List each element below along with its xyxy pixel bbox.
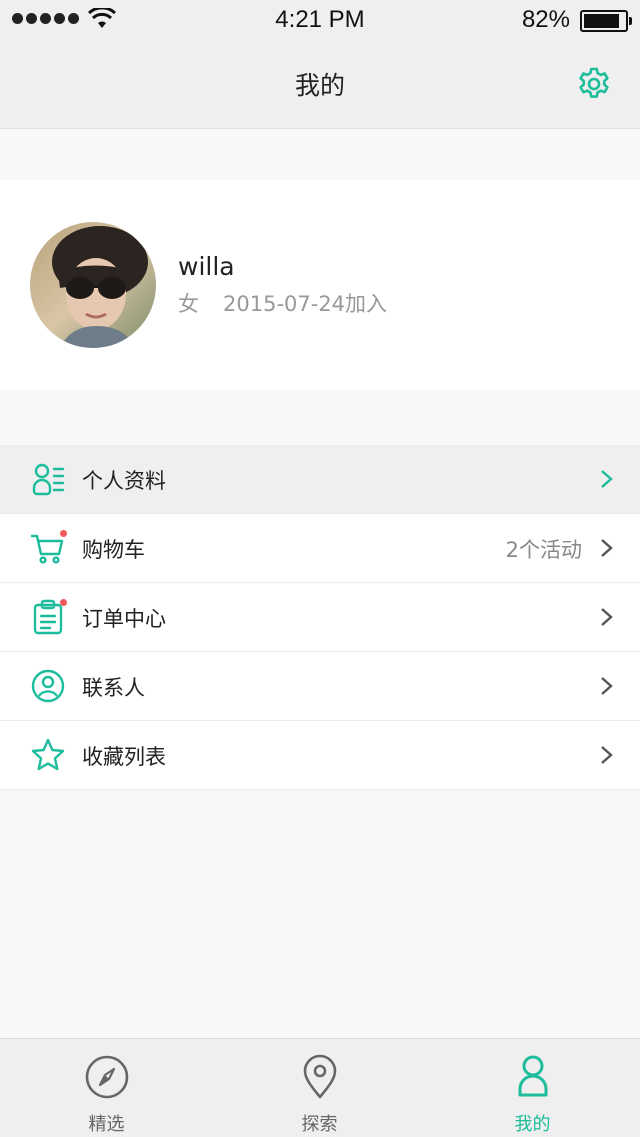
gender-label: 女 (178, 292, 199, 316)
menu-list: 个人资料 购物车 2个活动 订单中心 联系人 收藏列表 (0, 445, 640, 790)
menu-item-label: 个人资料 (82, 469, 166, 493)
avatar[interactable] (30, 222, 156, 348)
menu-item-label: 收藏列表 (82, 745, 166, 769)
menu-item-label: 联系人 (82, 676, 145, 700)
gear-icon[interactable] (576, 66, 612, 102)
menu-item-favorites[interactable]: 收藏列表 (0, 721, 640, 790)
tab-explore[interactable]: 探索 (213, 1039, 426, 1137)
chevron-right-icon (601, 746, 613, 764)
chevron-right-icon (601, 608, 613, 626)
status-bar: 4:21 PM 82% (0, 0, 640, 40)
menu-item-profile[interactable]: 个人资料 (0, 445, 640, 514)
navigation-bar: 我的 (0, 40, 640, 129)
menu-item-orders[interactable]: 订单中心 (0, 583, 640, 652)
contact-icon (31, 669, 65, 703)
tab-featured[interactable]: 精选 (0, 1039, 213, 1137)
chevron-right-icon (601, 539, 613, 557)
tab-label: 我的 (514, 1114, 551, 1135)
cart-activity-count: 2个活动 (505, 538, 582, 562)
menu-item-label: 购物车 (82, 538, 145, 562)
notification-dot (60, 599, 67, 606)
battery-icon (580, 10, 632, 32)
notification-dot (60, 530, 67, 537)
tab-label: 精选 (88, 1114, 125, 1135)
compass-icon (85, 1055, 128, 1099)
person-icon (518, 1055, 547, 1097)
username: willa (178, 252, 235, 281)
tab-label: 探索 (301, 1114, 338, 1135)
tab-bar: 精选 探索 我的 (0, 1038, 640, 1137)
location-pin-icon (303, 1054, 336, 1099)
chevron-right-icon (601, 677, 613, 695)
menu-item-label: 订单中心 (82, 607, 166, 631)
page-title: 我的 (294, 71, 345, 100)
profile-card-icon (32, 463, 65, 496)
join-date: 2015-07-24加入 (223, 292, 388, 316)
profile-meta: 女 2015-07-24加入 (178, 288, 387, 318)
chevron-right-icon (601, 470, 613, 488)
menu-item-contacts[interactable]: 联系人 (0, 652, 640, 721)
battery-percentage: 82% (521, 6, 570, 33)
profile-card[interactable]: willa 女 2015-07-24加入 (0, 180, 640, 390)
menu-item-cart[interactable]: 购物车 2个活动 (0, 514, 640, 583)
star-icon (31, 738, 65, 771)
tab-mine[interactable]: 我的 (426, 1039, 639, 1137)
